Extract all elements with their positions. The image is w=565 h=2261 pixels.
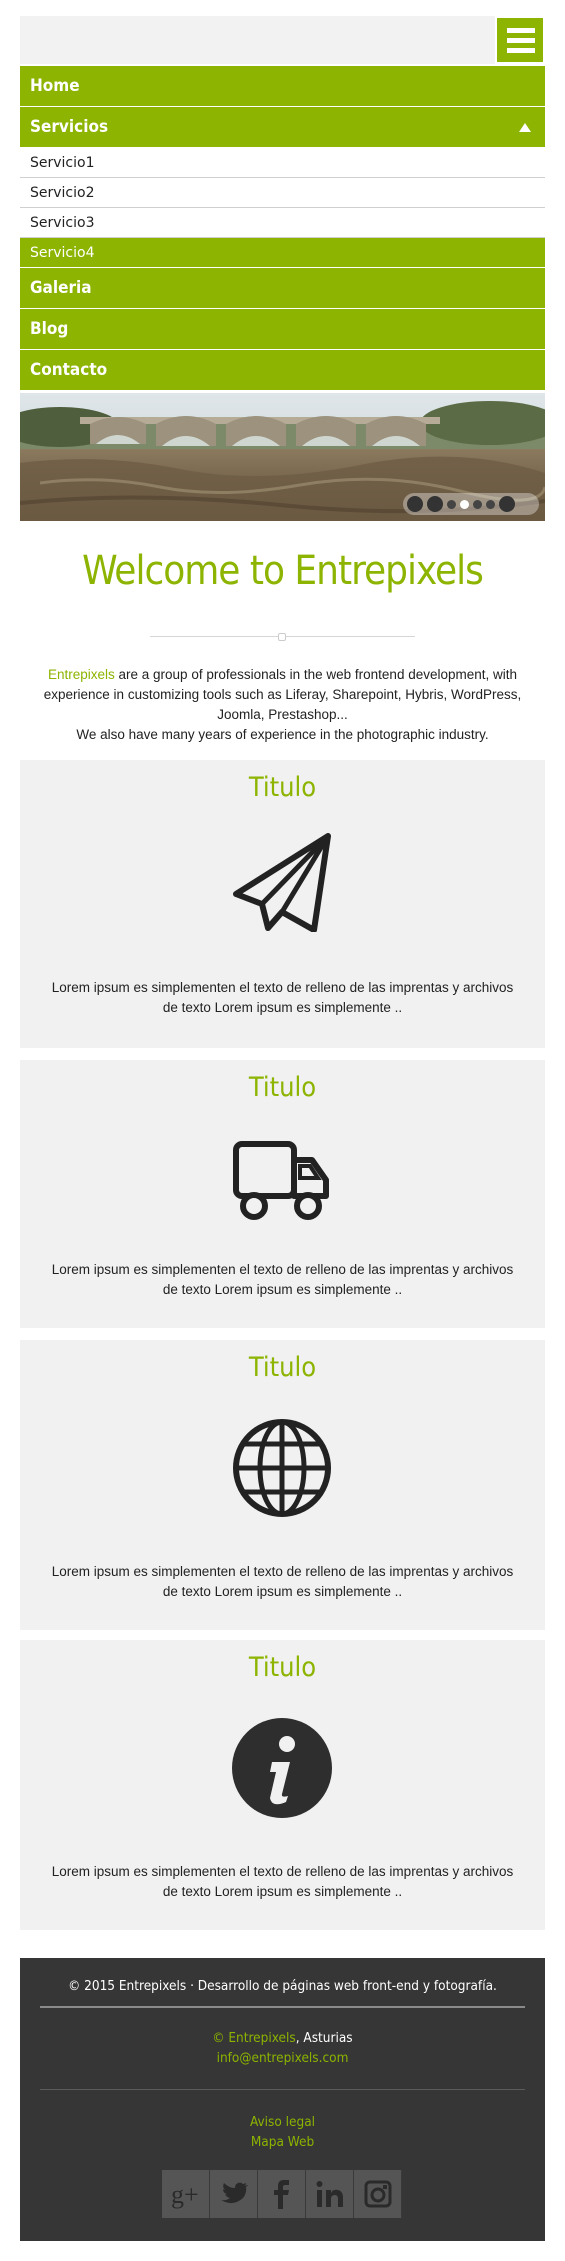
nav-item-label: Servicios [30,117,109,137]
caret-up-icon[interactable] [519,123,531,132]
nav-item-servicios[interactable]: Servicios [20,107,545,148]
google-plus-icon[interactable]: g+ [162,2170,210,2218]
feature-card: Titulo Lorem ipsum es simplementen el te… [20,1340,545,1630]
submenu-item-servicio1[interactable]: Servicio1 [20,148,545,178]
card-title: Titulo [248,772,317,803]
linkedin-icon[interactable] [306,2170,354,2218]
card-text: Lorem ipsum es simplementen el texto de … [51,1262,514,1297]
brand-link[interactable]: Entrepixels [48,667,115,682]
paper-plane-icon [232,832,332,933]
top-bar [20,16,545,64]
footer-divider [40,2089,525,2090]
page: Home Servicios Servicio1 Servicio2 Servi… [0,0,565,2261]
submenu-item-servicio4[interactable]: Servicio4 [20,238,545,268]
card-title: Titulo [248,1072,317,1103]
footer: © 2015 Entrepixels · Desarrollo de págin… [20,1958,545,2241]
slide-dot[interactable] [447,499,456,509]
company-link[interactable]: © Entrepixels [212,2030,295,2046]
facebook-icon[interactable] [258,2170,306,2218]
card-title: Titulo [248,1352,317,1383]
hero-slider[interactable] [20,393,545,521]
card-text: Lorem ipsum es simplementen el texto de … [51,1564,514,1599]
slide-dot-active[interactable] [460,499,469,509]
company-location: , Asturias [295,2030,353,2046]
rewind-icon[interactable] [427,496,443,512]
info-icon [232,1718,332,1818]
welcome-title: Welcome to Entrepixels [82,548,484,594]
slider-controls [403,493,539,515]
social-links: g+ [162,2170,402,2218]
legal-link[interactable]: Aviso legal [20,2114,545,2130]
main-nav: Home Servicios Servicio1 Servicio2 Servi… [20,66,545,391]
card-text: Lorem ipsum es simplementen el texto de … [51,980,514,1015]
footer-company: © Entrepixels, Asturias [20,2030,545,2046]
truck-icon [232,1130,332,1230]
submenu-item-servicio2[interactable]: Servicio2 [20,178,545,208]
pause-icon[interactable] [407,496,423,512]
slide-dot[interactable] [473,499,482,509]
divider-ornament [278,633,286,641]
slide-dot[interactable] [486,499,495,509]
email-link[interactable]: info@entrepixels.com [20,2050,545,2066]
footer-copyright: © 2015 Entrepixels · Desarrollo de págin… [68,1978,497,1994]
fast-forward-icon[interactable] [499,496,515,512]
card-title: Titulo [248,1652,317,1683]
hamburger-menu-icon[interactable] [495,16,545,64]
nav-item-home[interactable]: Home [20,66,545,107]
twitter-icon[interactable] [210,2170,258,2218]
card-text: Lorem ipsum es simplementen el texto de … [51,1864,514,1899]
nav-item-galeria[interactable]: Galeria [20,268,545,309]
feature-card: Titulo Lorem ipsum es simplementen el te… [20,760,545,1048]
nav-item-blog[interactable]: Blog [20,309,545,350]
globe-icon [232,1418,332,1518]
feature-card: Titulo Lorem ipsum es simplementen el te… [20,1640,545,1930]
instagram-icon[interactable] [354,2170,402,2218]
submenu-item-servicio3[interactable]: Servicio3 [20,208,545,238]
sitemap-link[interactable]: Mapa Web [20,2134,545,2150]
svg-text:g+: g+ [171,2180,199,2209]
intro-line2: We also have many years of experience in… [76,727,489,742]
intro-line1: are a group of professionals in the web … [43,667,522,722]
intro-text: Entrepixels are a group of professionals… [28,665,537,745]
feature-card: Titulo Lorem ipsum es simplementen el te… [20,1060,545,1328]
nav-item-contacto[interactable]: Contacto [20,350,545,391]
footer-divider [40,2006,525,2008]
